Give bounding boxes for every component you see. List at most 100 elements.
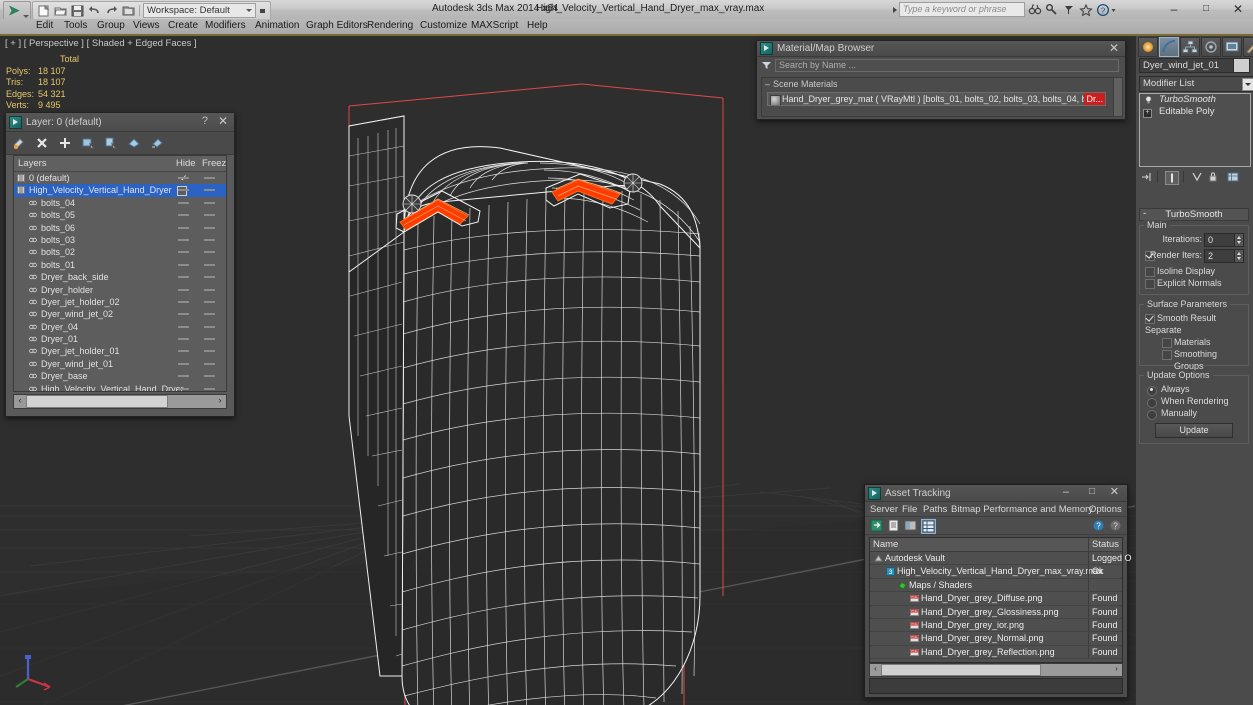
scroll-left-arrow-icon[interactable]: ‹ — [14, 395, 26, 406]
menu-item-views[interactable]: Views — [133, 20, 160, 31]
binoculars-icon[interactable] — [1028, 3, 1042, 17]
layer-horizontal-scrollbar[interactable]: ‹ › — [13, 394, 227, 409]
layer-freeze-dash[interactable] — [204, 201, 215, 204]
layer-row[interactable]: High_Velocity_Vertical_Hand_Dryer — [14, 383, 226, 391]
menu-item-group[interactable]: Group — [97, 20, 125, 31]
explicit-normals-checkbox[interactable] — [1145, 279, 1155, 289]
layer-hide-dash[interactable] — [178, 387, 189, 390]
layer-hide-dash[interactable] — [178, 375, 189, 378]
add-selection-icon[interactable] — [58, 136, 72, 150]
scrollbar-thumb[interactable] — [881, 664, 1041, 676]
detail-view-icon[interactable] — [904, 519, 917, 532]
new-file-icon[interactable] — [36, 4, 51, 18]
modifier-list-dropdown[interactable]: Modifier List — [1139, 76, 1253, 92]
menu-item-modifiers[interactable]: Modifiers — [205, 20, 246, 31]
help-dropdown-icon[interactable] — [1110, 3, 1117, 17]
expand-plus-icon[interactable]: + — [1143, 109, 1152, 118]
layer-row[interactable]: bolts_01 — [14, 259, 226, 271]
layer-hide-dash[interactable] — [178, 226, 189, 229]
modifier-stack-item-editable-poly[interactable]: + Editable Poly — [1140, 106, 1250, 118]
layer-row[interactable]: bolts_02 — [14, 246, 226, 258]
layer-freeze-dash[interactable] — [204, 214, 215, 217]
maximize-button[interactable]: □ — [1195, 1, 1217, 17]
search-input[interactable] — [899, 2, 1025, 17]
layer-hide-dash[interactable] — [178, 362, 189, 365]
asset-row[interactable]: PNG Hand_Dryer_grey_Diffuse.png Found — [870, 592, 1122, 606]
pin-stack-icon[interactable] — [1141, 171, 1153, 183]
configure-modifier-sets-icon[interactable] — [1227, 171, 1239, 183]
layer-row[interactable]: bolts_03 — [14, 234, 226, 246]
refresh-icon[interactable] — [870, 519, 883, 532]
filter-funnel-icon[interactable] — [761, 60, 772, 70]
help-grey-icon[interactable]: ? — [1109, 519, 1122, 532]
layer-hide-dash[interactable] — [178, 300, 189, 303]
layer-row[interactable]: Dyer_jet_holder_02 — [14, 296, 226, 308]
asset-rows[interactable]: Autodesk Vault Logged O 3 High_Velocity_Ver… — [870, 552, 1132, 660]
layer-hide-dash[interactable] — [178, 276, 189, 279]
save-file-icon[interactable] — [70, 4, 85, 18]
asset-row[interactable]: PNG Hand_Dryer_grey_Reflection.png Found — [870, 645, 1122, 660]
scrollbar-thumb[interactable] — [26, 395, 168, 408]
update-button[interactable]: Update — [1155, 423, 1233, 438]
layer-list[interactable]: Layers Hide Freez 0 (default)✓High_Veloc… — [13, 155, 227, 392]
menu-item-help[interactable]: Help — [527, 20, 548, 31]
separate-materials-row[interactable]: Materials — [1144, 336, 1244, 348]
redo-icon[interactable] — [104, 4, 119, 18]
open-file-icon[interactable] — [53, 4, 68, 18]
minimize-button[interactable]: – — [1163, 1, 1185, 17]
modifier-stack-item-turbosmooth[interactable]: TurboSmooth — [1140, 94, 1250, 106]
material-map-browser-dialog[interactable]: Material/Map Browser ✕ Search by Name ..… — [756, 40, 1126, 120]
layer-hide-dash[interactable] — [178, 325, 189, 328]
layer-hide-dash[interactable] — [178, 201, 189, 204]
explicit-normals-row[interactable]: Explicit Normals — [1144, 277, 1244, 289]
object-color-swatch[interactable] — [1233, 58, 1250, 73]
layer-hide-dash[interactable] — [178, 251, 189, 254]
update-always-radio[interactable] — [1147, 385, 1157, 396]
close-button[interactable]: ✕ — [1227, 1, 1249, 17]
layer-freeze-dash[interactable] — [204, 177, 215, 179]
highlight-selected-icon[interactable] — [127, 136, 141, 150]
layer-row[interactable]: Dryer_holder — [14, 284, 226, 296]
menu-item-tools[interactable]: Tools — [64, 20, 87, 31]
infocenter-expand-icon[interactable] — [891, 3, 899, 17]
scene-materials-header[interactable]: – Scene Materials — [762, 78, 1118, 91]
scroll-left-arrow-icon[interactable]: ‹ — [870, 664, 881, 674]
update-manually-row[interactable]: Manually — [1144, 407, 1244, 420]
asset-row[interactable]: PNG Hand_Dryer_grey_Glossiness.png Found — [870, 605, 1122, 619]
minimize-icon[interactable]: – — [1063, 486, 1069, 498]
set-project-folder-icon[interactable] — [121, 4, 136, 18]
scene-materials-group[interactable]: – Scene Materials Hand_Dryer_grey_mat ( V… — [761, 77, 1119, 117]
command-panel[interactable]: Dyer_wind_jet_01 Modifier List TurboSmoo… — [1135, 36, 1253, 705]
group-collapse-icon[interactable]: – — [765, 79, 770, 89]
menu-item-maxscript[interactable]: MAXScript — [471, 20, 518, 31]
layer-row[interactable]: bolts_06 — [14, 222, 226, 234]
asset-row[interactable]: PNG Hand_Dryer_grey_Normal.png Found — [870, 632, 1122, 646]
create-tab-icon[interactable] — [1138, 37, 1158, 57]
at-menu-bitmap[interactable]: Bitmap Performance and Memory — [951, 504, 1093, 515]
at-menu-server[interactable]: Server — [870, 504, 898, 515]
workspace-selector[interactable]: Workspace: Default — [143, 3, 256, 18]
layer-hide-dash[interactable] — [178, 238, 189, 241]
layer-freeze-dash[interactable] — [204, 263, 215, 266]
asset-tracking-dialog[interactable]: Asset Tracking – □ ✕ Server File Paths B… — [864, 484, 1132, 698]
utilities-tab-icon[interactable] — [1243, 37, 1253, 57]
scroll-right-arrow-icon[interactable]: › — [214, 395, 226, 406]
asset-table[interactable]: Name Status Autodesk Vault Logged O 3 High_… — [869, 537, 1132, 663]
material-search-input[interactable]: Search by Name ... — [775, 59, 1119, 72]
layer-row[interactable]: bolts_04 — [14, 197, 226, 209]
motion-tab-icon[interactable] — [1201, 37, 1221, 57]
display-tab-icon[interactable] — [1222, 37, 1242, 57]
layer-freeze-dash[interactable] — [204, 226, 215, 229]
select-highlighted-icon[interactable] — [104, 136, 118, 150]
menu-item-customize[interactable]: Customize — [420, 20, 467, 31]
asset-row[interactable]: Autodesk Vault Logged O — [870, 552, 1132, 566]
object-name-field[interactable]: Dyer_wind_jet_01 — [1139, 58, 1235, 73]
at-menu-paths[interactable]: Paths — [923, 504, 947, 515]
menu-item-create[interactable]: Create — [168, 20, 198, 31]
layer-hide-dash[interactable] — [178, 263, 189, 266]
lightbulb-icon[interactable] — [1145, 96, 1152, 104]
material-vertical-scrollbar[interactable] — [1113, 77, 1123, 117]
layer-hide-dash[interactable] — [178, 177, 189, 179]
create-new-layer-icon[interactable] — [12, 136, 26, 150]
layer-row[interactable]: Dryer_back_side — [14, 271, 226, 283]
